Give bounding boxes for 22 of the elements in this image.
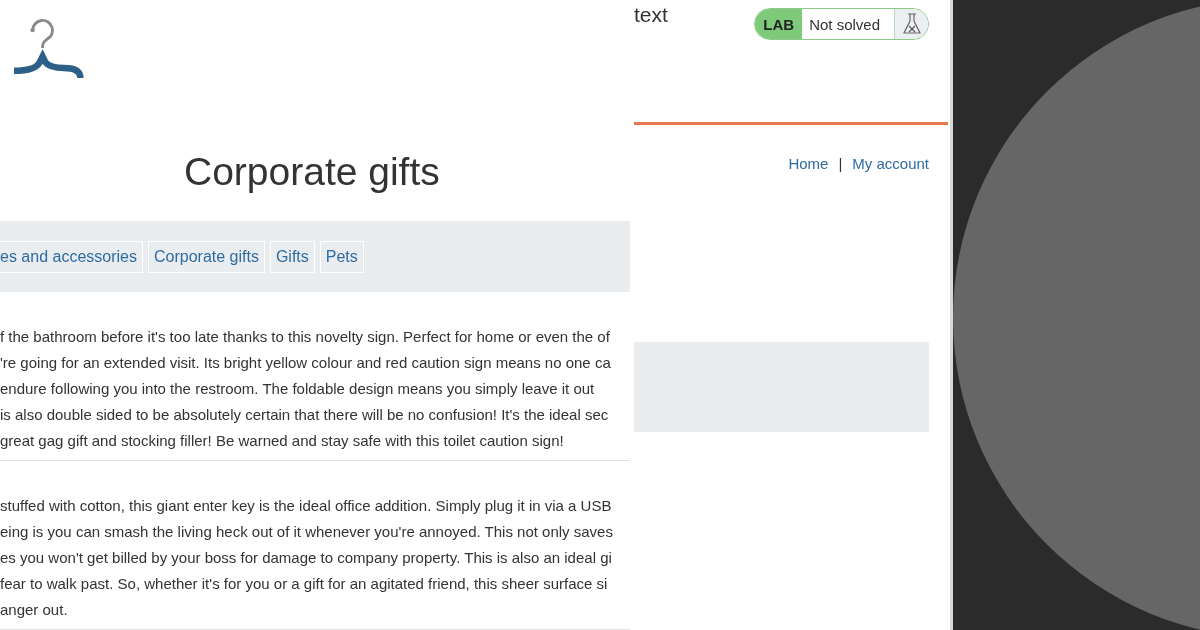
- flask-icon: [902, 13, 921, 35]
- flask-button[interactable]: [895, 9, 928, 39]
- category-link[interactable]: Gifts: [269, 241, 315, 273]
- description-text: 're going for an extended visit. Its bright yellow colour and red caution sign means no one ca: [0, 353, 611, 373]
- category-link[interactable]: es and accessories: [0, 241, 143, 273]
- lab-tag: LAB: [755, 9, 803, 39]
- account-link[interactable]: My account: [852, 154, 929, 174]
- description-text: es you won't get billed by your boss for damage to company property. This is also an ideal gi: [0, 548, 612, 568]
- description-text: is also double sided to be absolutely certain that there will be no confusion! It's the ideal sec: [0, 405, 609, 425]
- description-text: endure following you into the restroom. The foldable design means you simply leave it out: [0, 379, 595, 399]
- description-text: anger out.: [0, 600, 68, 620]
- description-text: fear to walk past. So, whether it's for you or a gift for an agitated friend, this sheer surface si: [0, 574, 608, 594]
- page-heading: Corporate gifts: [184, 149, 441, 194]
- description-text: eing is you can smash the living heck out of it whenever you're annoyed. This not only saves: [0, 522, 613, 542]
- category-link[interactable]: Pets: [319, 241, 364, 273]
- description-text: stuffed with cotton, this giant enter key is the ideal office addition. Simply plug it in via a USB: [0, 496, 612, 516]
- home-link[interactable]: Home: [788, 154, 829, 174]
- description-text: great gag gift and stocking filler! Be warned and stay safe with this toilet caution sign!: [0, 431, 564, 451]
- description-text: f the bathroom before it's too late thanks to this novelty sign. Perfect for home or even the of: [0, 327, 610, 347]
- category-link[interactable]: Corporate gifts: [147, 241, 265, 273]
- page-title: text: [634, 2, 668, 28]
- separator-text: |: [838, 154, 843, 174]
